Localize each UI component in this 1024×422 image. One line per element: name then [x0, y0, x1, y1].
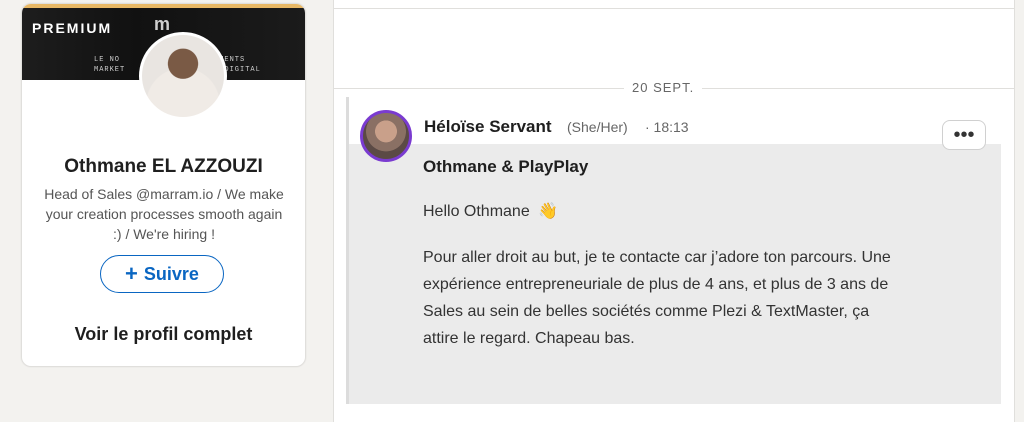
banner-premium-label: PREMIUM	[32, 20, 113, 36]
message-time: · 18:13	[645, 119, 689, 135]
divider	[334, 8, 1014, 9]
profile-card: PREMIUM m LE NO MARKET EMENTS T DIGITAL …	[21, 3, 306, 367]
sender-avatar[interactable]	[360, 110, 412, 162]
follow-label: Suivre	[143, 263, 199, 284]
sender-pronouns: (She/Her)	[567, 119, 628, 135]
follow-button[interactable]: + Suivre	[100, 255, 224, 293]
message-body: Pour aller droit au but, je te contacte …	[423, 249, 891, 347]
banner-text: MARKET	[94, 66, 126, 74]
profile-headline: Head of Sales @marram.io / We make your …	[44, 186, 284, 242]
sender-name[interactable]: Héloïse Servant	[424, 117, 552, 137]
banner-text: LE NO	[94, 56, 121, 64]
message-subject: Othmane & PlayPlay	[423, 157, 589, 176]
profile-name[interactable]: Othmane EL AZZOUZI	[22, 156, 305, 178]
greeting-text: Hello Othmane	[423, 203, 530, 220]
banner-logo: m	[154, 14, 171, 34]
profile-avatar[interactable]	[139, 32, 227, 120]
more-horizontal-icon: •••	[953, 124, 975, 146]
plus-icon: +	[125, 261, 138, 286]
message-greeting: Hello Othmane 👋	[423, 198, 923, 225]
date-label: 20 SEPT.	[624, 80, 703, 95]
more-options-button[interactable]: •••	[942, 120, 986, 150]
view-full-profile-link[interactable]: Voir le profil complet	[22, 324, 305, 345]
waving-hand-icon: 👋	[538, 203, 559, 220]
